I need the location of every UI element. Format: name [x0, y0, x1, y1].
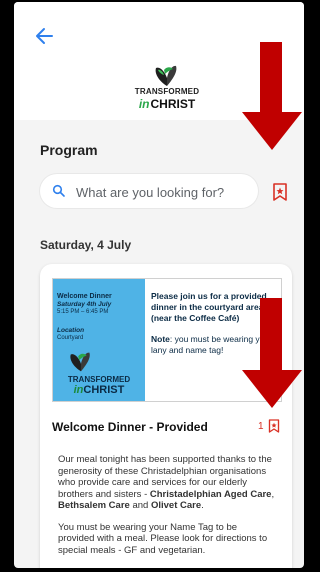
banner-time: 5:15 PM – 6:45 PM: [57, 309, 109, 315]
bookmark-count: 1: [258, 421, 264, 432]
event-description: Our meal tonight has been supported than…: [58, 454, 276, 566]
banner-logo: TRANSFORMED inCHRIST: [57, 349, 141, 396]
butterfly-icon: [70, 352, 90, 372]
banner-location-label: Location: [57, 327, 85, 334]
org-bethsalem-care: Bethsalem Care: [58, 500, 130, 511]
logo-text-in: in: [138, 97, 150, 111]
banner-location: Courtyard: [57, 335, 84, 341]
banner-logo-line1: TRANSFORMED: [67, 375, 131, 384]
banner-note-label: Note: [151, 334, 170, 344]
description-separator: ,: [271, 488, 275, 500]
annotation-arrow-down: [242, 42, 302, 150]
search-input[interactable]: [74, 181, 254, 203]
schedule-day-header: Saturday, 4 July: [40, 238, 132, 252]
logo-text-line1: TRANSFORMED: [134, 87, 200, 96]
butterfly-icon: [155, 65, 177, 86]
event-title: Welcome Dinner - Provided: [52, 420, 208, 434]
bookmark-icon[interactable]: [268, 419, 280, 433]
banner-info-panel: Welcome Dinner Saturday 4th July 5:15 PM…: [53, 279, 145, 401]
page-title: Program: [40, 142, 98, 158]
banner-date: Saturday 4th July: [57, 301, 112, 308]
banner-logo-line2: inCHRIST: [57, 384, 141, 396]
logo-text-line2: inCHRIST: [130, 97, 204, 111]
back-arrow-icon[interactable]: [32, 24, 56, 48]
banner-logo-in: in: [73, 384, 84, 396]
org-christadelphian-aged-care: Christadelphian Aged Care: [149, 488, 272, 500]
description-end: .: [201, 500, 204, 511]
banner-title: Welcome Dinner: [57, 293, 112, 300]
description-paragraph-1: Our meal tonight has been supported than…: [58, 454, 276, 512]
bookmark-filter-icon[interactable]: [272, 183, 288, 201]
search-bar[interactable]: [40, 174, 258, 208]
org-olivet-care: Olivet Care: [150, 500, 202, 511]
transformed-in-christ-logo: TRANSFORMED inCHRIST: [130, 64, 204, 116]
annotation-arrow-down: [242, 298, 302, 408]
description-paragraph-2: You must be wearing your Name Tag to be …: [58, 521, 268, 556]
banner-logo-christ: CHRIST: [83, 384, 125, 396]
search-icon: [52, 184, 65, 197]
description-and: and: [132, 500, 149, 511]
logo-text-christ: CHRIST: [150, 97, 196, 111]
